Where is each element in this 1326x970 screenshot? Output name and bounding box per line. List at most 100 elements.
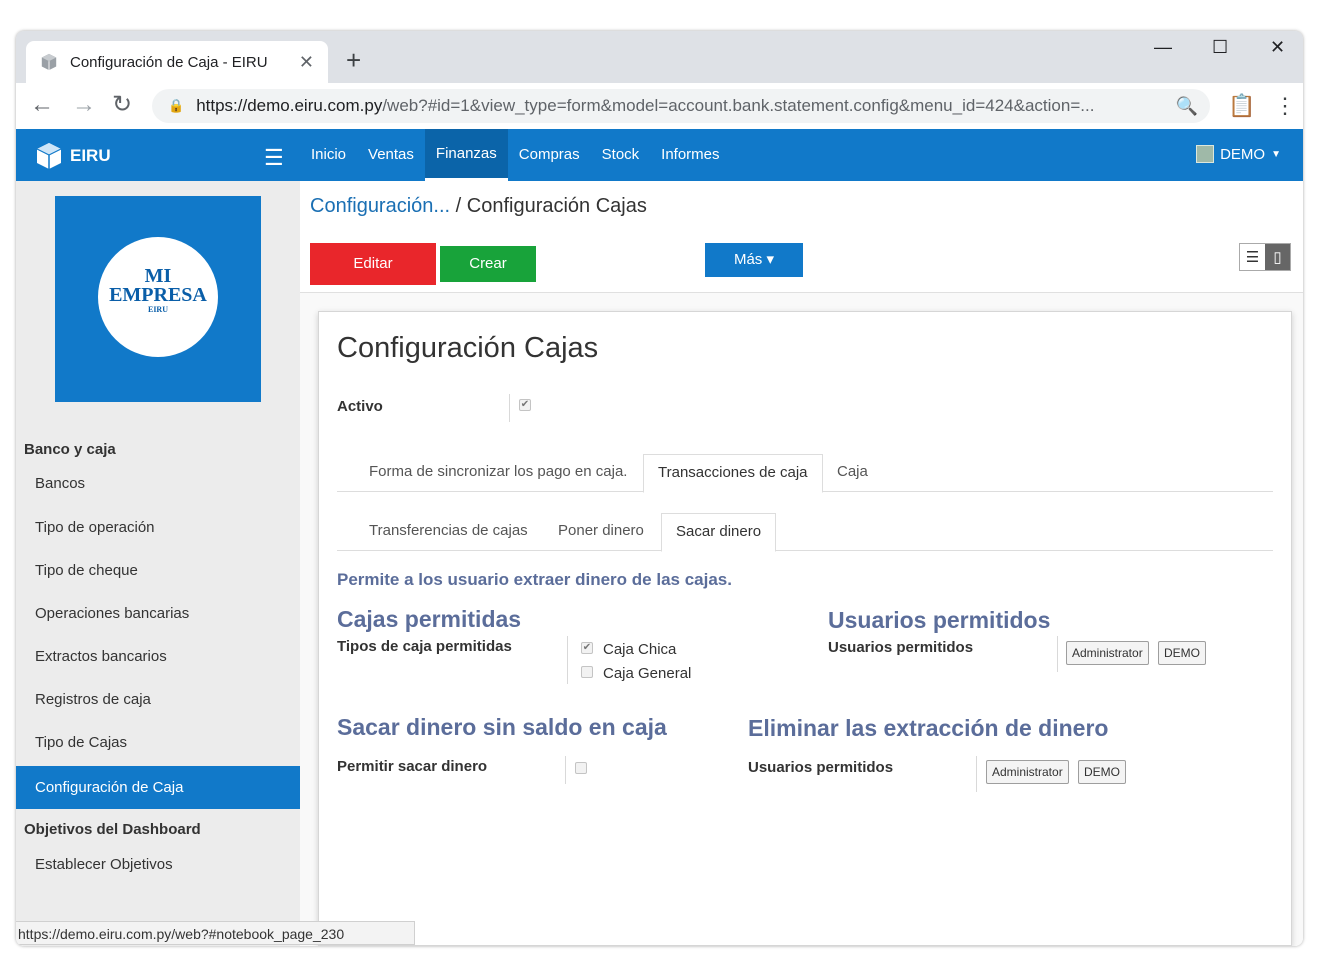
form-view-icon[interactable]: ▯: [1265, 244, 1290, 270]
active-checkbox[interactable]: ✔: [519, 399, 531, 411]
sidebar-section-objetivos: Objetivos del Dashboard: [24, 821, 201, 838]
field-separator: [976, 756, 977, 792]
browser-tab[interactable]: Configuración de Caja - EIRU ✕: [26, 41, 328, 83]
main-menu: Inicio Ventas Finanzas Compras Stock Inf…: [300, 129, 731, 181]
form-sheet: Configuración Cajas Activo ✔ Forma de si…: [318, 311, 1292, 946]
field-separator: [509, 394, 510, 422]
eliminar-tag-demo[interactable]: DEMO: [1078, 760, 1126, 784]
minimize-icon[interactable]: —: [1154, 37, 1172, 58]
usuarios-permitidos-title: Usuarios permitidos: [828, 607, 1051, 633]
maximize-icon[interactable]: ☐: [1212, 37, 1228, 58]
tipos-caja-label: Tipos de caja permitidas: [337, 638, 512, 655]
sin-saldo-title: Sacar dinero sin saldo en caja: [337, 714, 667, 740]
subtab-transferencias[interactable]: Transferencias de cajas: [355, 513, 542, 551]
eliminar-extraccion-title: Eliminar las extracción de dinero: [748, 715, 1109, 741]
caret-down-icon: ▼: [1271, 148, 1281, 160]
menu-finanzas[interactable]: Finanzas: [424, 129, 508, 181]
subtab-sacar-dinero[interactable]: Sacar dinero: [661, 513, 777, 552]
permitir-sacar-label: Permitir sacar dinero: [337, 758, 488, 775]
control-panel: Configuración... / Configuración Cajas E…: [300, 181, 1303, 293]
logo-line-1: MI: [144, 265, 172, 287]
field-separator: [567, 636, 568, 684]
cajas-permitidas-title: Cajas permitidas: [337, 606, 522, 632]
link-status-bar: https://demo.eiru.com.py/web?#notebook_p…: [16, 921, 416, 945]
caja-chica-label: Caja Chica: [603, 641, 677, 658]
logo-line-2: EMPRESA: [109, 284, 207, 306]
user-name: DEMO: [1220, 145, 1266, 163]
sidebar-item-bancos[interactable]: Bancos: [16, 462, 300, 505]
breadcrumb-separator: /: [455, 195, 462, 217]
new-tab-button[interactable]: +: [346, 47, 361, 73]
company-logo: MI EMPRESA EIRU: [55, 196, 261, 402]
menu-stock[interactable]: Stock: [591, 129, 651, 181]
top-navbar: EIRU ☰ Inicio Ventas Finanzas Compras St…: [16, 129, 1303, 181]
main-content: Configuración... / Configuración Cajas E…: [300, 181, 1303, 946]
avatar: [1196, 145, 1215, 163]
create-button[interactable]: Crear: [440, 246, 536, 282]
main-notebook: Forma de sincronizar los pago en caja. T…: [337, 454, 1273, 493]
sidebar-section-banco: Banco y caja: [24, 441, 116, 458]
url-input[interactable]: 🔒 https://demo.eiru.com.py/web?#id=1&vie…: [152, 89, 1210, 123]
cube-icon: [41, 53, 57, 71]
edit-button[interactable]: Editar: [310, 243, 436, 285]
reload-icon[interactable]: ↻: [112, 91, 132, 119]
back-icon[interactable]: ←: [30, 91, 54, 119]
more-button[interactable]: Más ▾: [705, 243, 803, 277]
menu-informes[interactable]: Informes: [650, 129, 730, 181]
browser-titlebar: Configuración de Caja - EIRU ✕ + — ☐ ✕: [16, 31, 1303, 83]
browser-menu-icon[interactable]: ⋮: [1274, 93, 1296, 119]
tab-caja[interactable]: Caja: [823, 454, 882, 492]
user-tag-administrator[interactable]: Administrator: [1066, 641, 1149, 665]
sidebar-item-tipo-cajas[interactable]: Tipo de Cajas: [16, 721, 300, 764]
brand[interactable]: EIRU: [34, 141, 111, 171]
company-logo-circle: MI EMPRESA EIRU: [98, 237, 218, 357]
form-title: Configuración Cajas: [337, 332, 599, 364]
user-tag-demo[interactable]: DEMO: [1158, 641, 1206, 665]
user-menu[interactable]: DEMO ▼: [1196, 145, 1281, 163]
sidebar-item-establecer-objetivos[interactable]: Establecer Objetivos: [16, 843, 300, 886]
zoom-icon[interactable]: 🔍: [1176, 96, 1198, 117]
forward-icon[interactable]: →: [72, 91, 96, 119]
eiru-logo-icon: [36, 143, 62, 169]
sidebar-item-extractos-bancarios[interactable]: Extractos bancarios: [16, 635, 300, 678]
menu-inicio[interactable]: Inicio: [300, 129, 357, 181]
tab-transacciones-caja[interactable]: Transacciones de caja: [643, 454, 823, 493]
breadcrumb-parent[interactable]: Configuración...: [310, 195, 450, 217]
caja-general-label: Caja General: [603, 665, 692, 682]
caja-general-checkbox[interactable]: [581, 666, 593, 678]
url-text: https://demo.eiru.com.py/web?#id=1&view_…: [196, 96, 1095, 115]
sidebar-item-configuracion-caja[interactable]: Configuración de Caja: [16, 766, 300, 809]
browser-window: Configuración de Caja - EIRU ✕ + — ☐ ✕ ←…: [16, 31, 1303, 946]
field-separator: [565, 756, 566, 784]
sidebar-item-tipo-cheque[interactable]: Tipo de cheque: [16, 549, 300, 592]
close-window-icon[interactable]: ✕: [1270, 37, 1285, 58]
page-viewport: EIRU ☰ Inicio Ventas Finanzas Compras St…: [16, 129, 1303, 946]
sidebar-item-registros-caja[interactable]: Registros de caja: [16, 678, 300, 721]
breadcrumb: Configuración... / Configuración Cajas: [310, 195, 647, 218]
brand-label: EIRU: [70, 146, 111, 165]
menu-ventas[interactable]: Ventas: [357, 129, 425, 181]
hamburger-menu-icon[interactable]: ☰: [264, 145, 284, 171]
tab-forma-sincronizar[interactable]: Forma de sincronizar los pago en caja.: [355, 454, 641, 492]
view-switcher: ☰ ▯: [1239, 243, 1291, 271]
logo-line-3: EIRU: [147, 305, 168, 314]
sidebar: MI EMPRESA EIRU Banco y caja Bancos Tipo…: [16, 181, 300, 946]
clipboard-extension-icon[interactable]: 📋: [1228, 93, 1255, 119]
caja-chica-checkbox[interactable]: ✔: [581, 642, 593, 654]
tab-title: Configuración de Caja - EIRU: [70, 53, 268, 71]
field-separator: [1057, 636, 1058, 672]
sidebar-item-operaciones-bancarias[interactable]: Operaciones bancarias: [16, 592, 300, 635]
lock-icon: 🔒: [168, 98, 185, 113]
breadcrumb-current: Configuración Cajas: [466, 195, 647, 217]
usuarios-permitidos-label: Usuarios permitidos: [828, 639, 974, 656]
close-tab-icon[interactable]: ✕: [299, 52, 314, 73]
menu-compras[interactable]: Compras: [508, 129, 591, 181]
permitir-sacar-checkbox[interactable]: [575, 762, 587, 774]
list-view-icon[interactable]: ☰: [1240, 244, 1265, 270]
eliminar-tag-administrator[interactable]: Administrator: [986, 760, 1069, 784]
sidebar-item-tipo-operacion[interactable]: Tipo de operación: [16, 506, 300, 549]
address-bar: ← → ↻ 🔒 https://demo.eiru.com.py/web?#id…: [16, 83, 1303, 129]
section-description: Permite a los usuario extraer dinero de …: [337, 570, 732, 589]
eliminar-usuarios-label: Usuarios permitidos: [748, 759, 894, 776]
subtab-poner-dinero[interactable]: Poner dinero: [544, 513, 658, 551]
